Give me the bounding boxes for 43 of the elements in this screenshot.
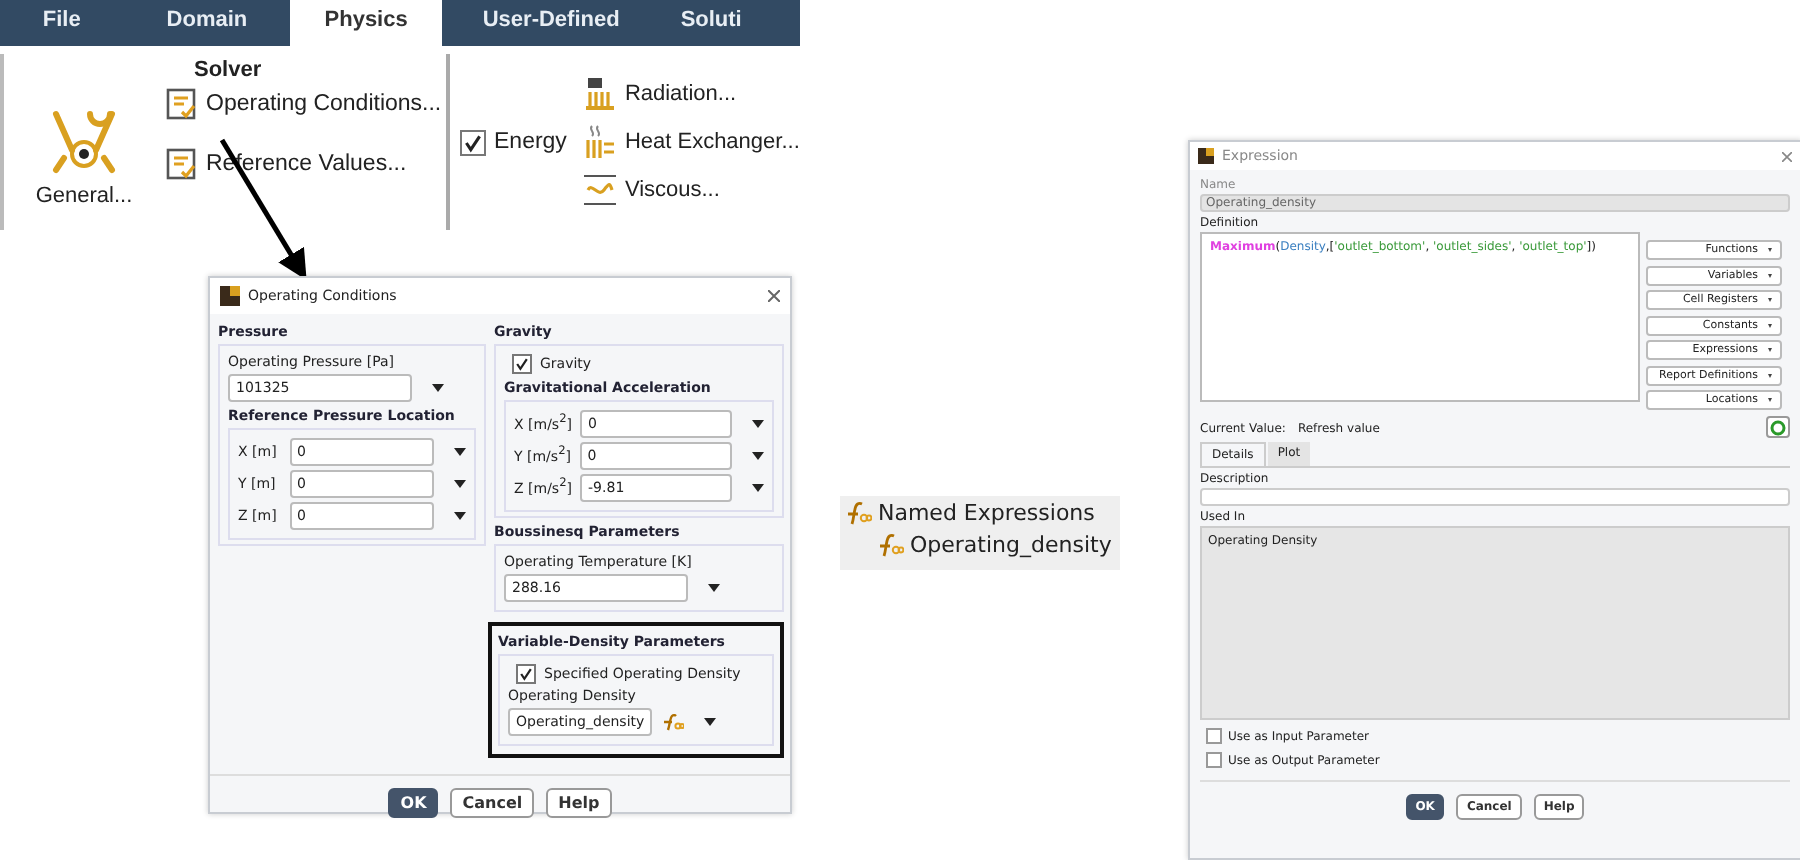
dropdown-arrow-icon[interactable] [752,420,764,428]
close-icon[interactable] [768,290,780,302]
tree-item[interactable]: Named Expressions [840,496,1120,528]
dropdown-arrow-icon[interactable] [432,384,444,392]
function-icon[interactable] [660,712,685,732]
viscous-icon [582,172,619,208]
refresh-button[interactable] [1766,416,1790,438]
dropdown-arrow-icon[interactable] [454,512,466,520]
model-command[interactable]: Viscous... [582,172,800,208]
function-icon [844,501,872,525]
tree-item[interactable]: Operating_density [840,528,1120,560]
dropdown-arrow-icon[interactable] [454,448,466,456]
model-command[interactable]: Radiation... [582,76,800,112]
dropdown-arrow-icon[interactable] [454,480,466,488]
dialog-button[interactable]: Cancel [450,788,535,818]
close-icon[interactable] [1782,151,1792,161]
app-icon [220,286,240,306]
function-icon [876,533,904,557]
general-button[interactable]: General... [4,82,164,208]
description-field[interactable] [1200,488,1790,506]
radiation-icon [582,76,619,112]
check-icon [462,131,484,153]
check-icon [518,666,534,682]
dialog-button[interactable]: Help [546,788,612,818]
ribbon-tab[interactable]: Soluti [660,0,800,46]
heat-exchanger-icon [582,124,619,160]
clipboard-check-icon [164,86,200,122]
energy-checkbox[interactable]: Energy [460,129,567,155]
group-title: Solver [194,58,262,82]
clipboard-check-icon [164,146,200,182]
check-icon [514,356,530,372]
ribbon-tab[interactable]: Physics [290,0,442,46]
model-command[interactable]: Heat Exchanger... [582,124,800,160]
dialog-button[interactable]: OK [388,788,439,818]
dropdown-arrow-icon[interactable] [752,484,764,492]
dropdown-arrow-icon[interactable] [752,452,764,460]
ribbon-tab[interactable]: Domain [123,0,291,46]
ribbon-tab[interactable]: File [0,0,124,46]
dropdown-arrow-icon[interactable] [708,584,720,592]
dropdown-arrow-icon[interactable] [704,718,717,726]
ribbon-tab[interactable]: User-Defined [441,0,661,46]
app-icon [1198,148,1214,164]
ribbon-command[interactable]: Operating Conditions... [164,86,442,122]
